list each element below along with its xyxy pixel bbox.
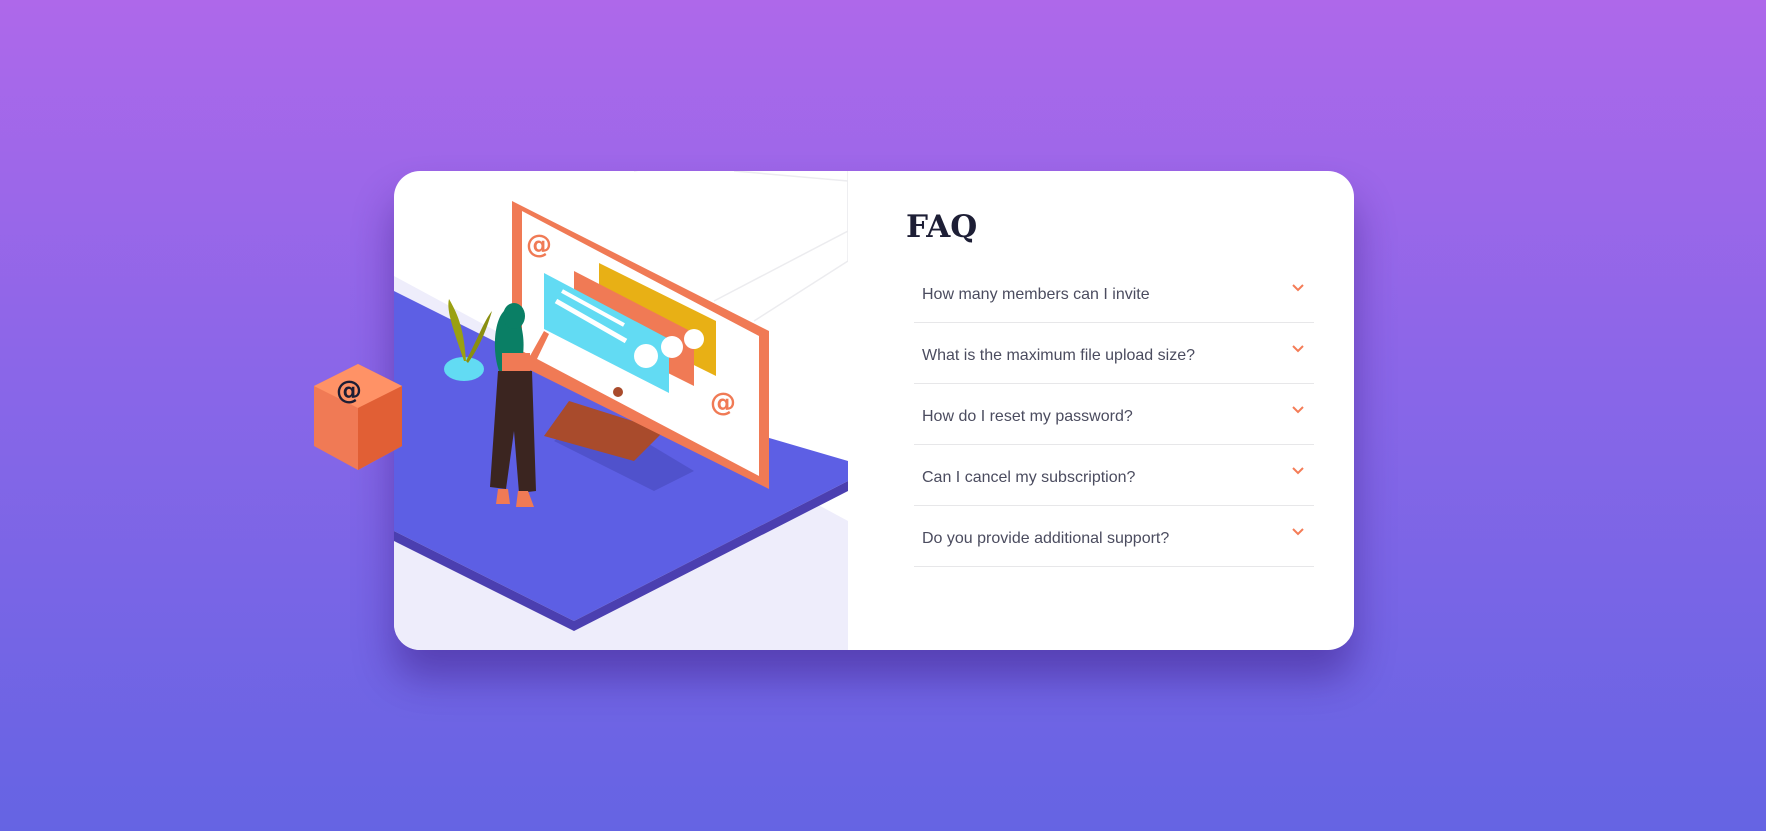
- faq-card: @ @ @ FAQ How many members can I invite: [314, 171, 1354, 650]
- svg-text:@: @: [526, 230, 552, 260]
- faq-item[interactable]: How many members can I invite: [914, 262, 1314, 323]
- faq-question[interactable]: What is the maximum file upload size?: [922, 347, 1195, 365]
- chevron-down-icon[interactable]: [1292, 406, 1304, 414]
- chevron-down-icon[interactable]: [1292, 467, 1304, 475]
- svg-text:@: @: [336, 376, 362, 406]
- faq-accordion: How many members can I invite What is th…: [914, 262, 1314, 567]
- at-sign-box-icon: @: [314, 364, 402, 470]
- faq-question[interactable]: How many members can I invite: [922, 286, 1150, 304]
- faq-question[interactable]: How do I reset my password?: [922, 408, 1133, 426]
- illustration-panel: @ @: [394, 171, 848, 650]
- chevron-down-icon[interactable]: [1292, 528, 1304, 536]
- faq-title: FAQ: [906, 209, 978, 245]
- faq-item[interactable]: Do you provide additional support?: [914, 506, 1314, 567]
- faq-question[interactable]: Do you provide additional support?: [922, 530, 1169, 548]
- faq-item[interactable]: What is the maximum file upload size?: [914, 323, 1314, 384]
- chevron-down-icon[interactable]: [1292, 284, 1304, 292]
- faq-question[interactable]: Can I cancel my subscription?: [922, 469, 1135, 487]
- faq-item[interactable]: Can I cancel my subscription?: [914, 445, 1314, 506]
- faq-item[interactable]: How do I reset my password?: [914, 384, 1314, 445]
- woman-online-illustration: @ @: [394, 171, 848, 650]
- chevron-down-icon[interactable]: [1292, 345, 1304, 353]
- svg-text:@: @: [710, 388, 736, 418]
